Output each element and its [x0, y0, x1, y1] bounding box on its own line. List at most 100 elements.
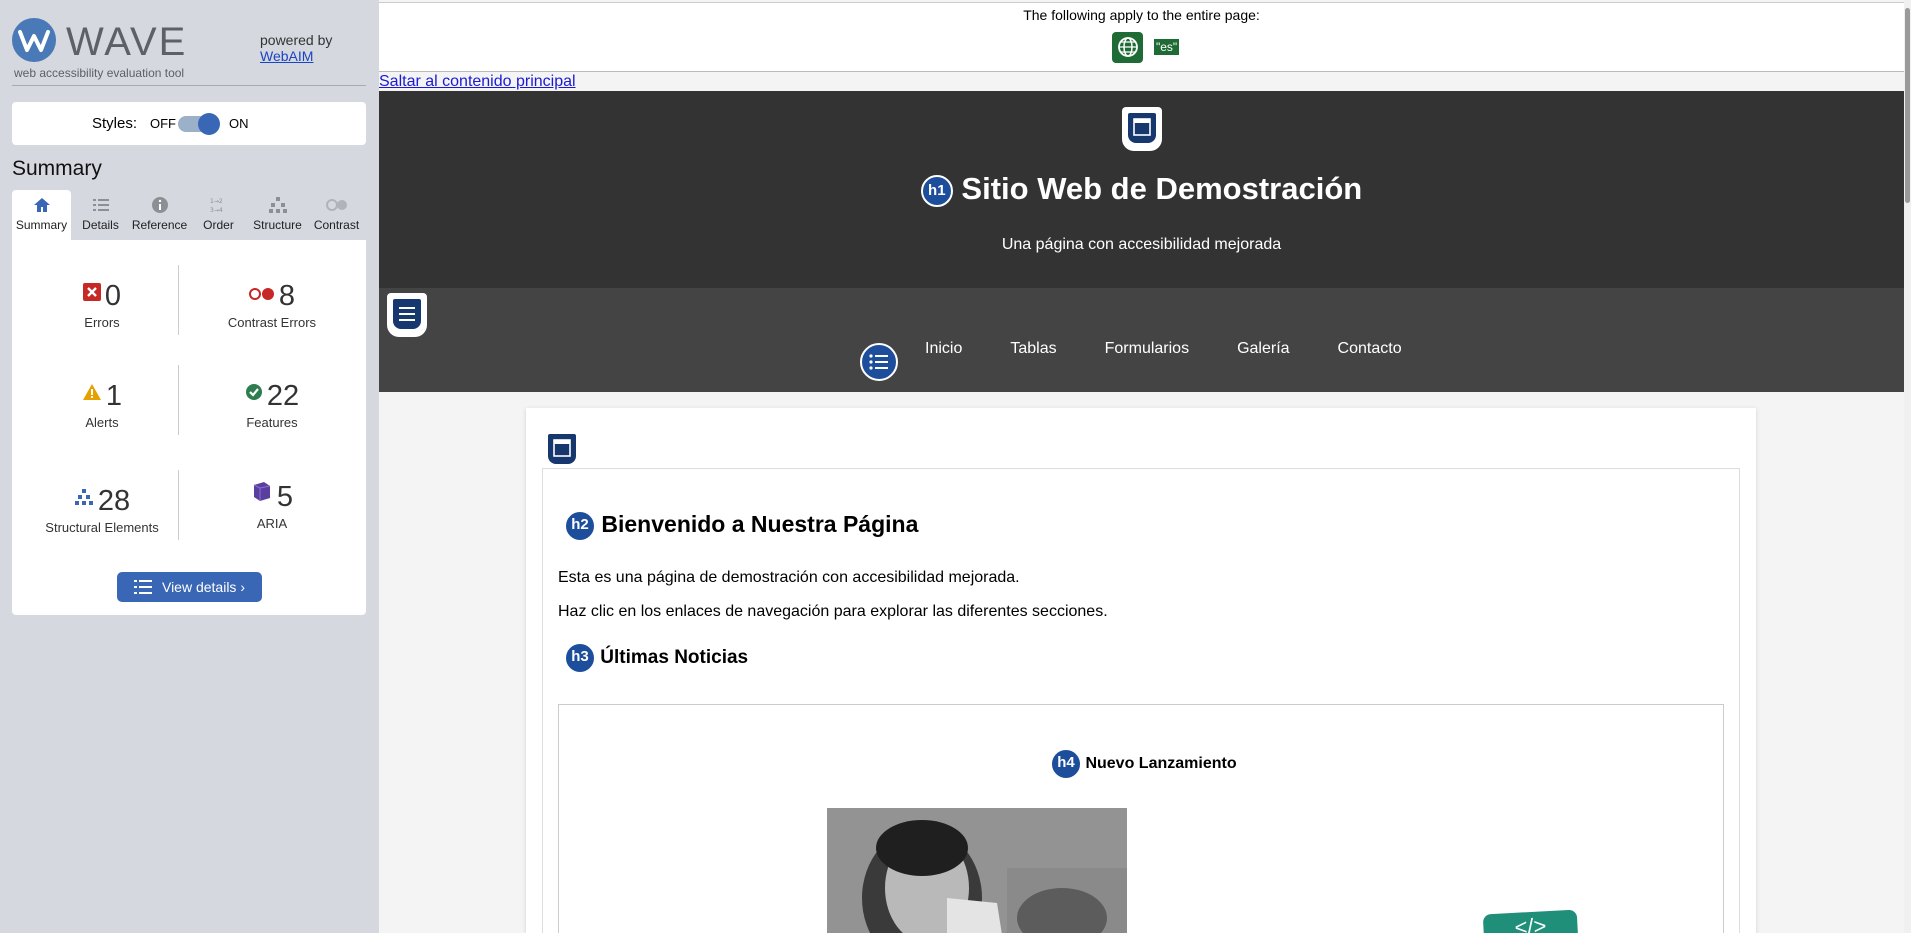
tab-label: Details — [82, 218, 119, 232]
h4-badge-icon[interactable]: h4 — [1051, 749, 1081, 779]
site-title-text: Sitio Web de Demostración — [961, 171, 1363, 206]
h2-text: Bienvenido a Nuestra Página — [601, 511, 919, 538]
site-title: h1 Sitio Web de Demostración — [379, 171, 1904, 207]
stat-errors[interactable]: 0 Errors — [22, 280, 182, 330]
stat-structural-elements[interactable]: 28 Structural Elements — [22, 485, 182, 535]
tab-structure[interactable]: Structure — [248, 190, 307, 240]
styles-on-label: ON — [229, 116, 249, 131]
styles-label: Styles: — [92, 115, 138, 132]
contrast-icon — [307, 196, 366, 218]
site-header: h1 Sitio Web de Demostración Una página … — [379, 91, 1904, 288]
powered-by-text: powered by — [260, 32, 333, 48]
tab-reference[interactable]: Reference — [130, 190, 189, 240]
structure-icon — [74, 488, 94, 511]
scrollbar-thumb[interactable] — [1905, 8, 1910, 203]
nav-menu: Inicio Tablas Formularios Galería Contac… — [925, 340, 1450, 358]
site-navigation: Inicio Tablas Formularios Galería Contac… — [379, 288, 1904, 392]
nav-item-tablas[interactable]: Tablas — [1010, 340, 1056, 358]
vertical-scrollbar[interactable] — [1904, 0, 1911, 933]
stat-alerts[interactable]: 1 Alerts — [22, 380, 182, 430]
styles-toggle-panel: Styles: OFF ON — [12, 102, 366, 145]
tab-details[interactable]: Details — [71, 190, 130, 240]
stat-aria[interactable]: 5 ARIA — [192, 480, 352, 531]
stat-contrast-errors[interactable]: 8 Contrast Errors — [192, 280, 352, 330]
instruction-paragraph: Haz clic en los enlaces de navegación pa… — [558, 603, 1108, 620]
nav-item-contacto[interactable]: Contacto — [1338, 340, 1402, 358]
powered-by: powered by WebAIM — [260, 32, 332, 64]
summary-heading: Summary — [12, 157, 102, 180]
tab-order[interactable]: 1→2 3→4 Order — [189, 190, 248, 240]
feature-icon — [245, 383, 263, 406]
styles-off-label: OFF — [150, 116, 176, 131]
contrast-errors-count: 8 — [278, 280, 296, 312]
heading-h4: h4 Nuevo Lanzamiento — [1051, 749, 1237, 779]
error-icon — [82, 283, 101, 306]
global-notice-text: The following apply to the entire page: — [1023, 7, 1260, 23]
main-content: h2 Bienvenido a Nuestra Página Esta es u… — [542, 468, 1740, 933]
tab-label: Structure — [253, 218, 302, 232]
tab-label: Order — [203, 218, 234, 232]
structural-count: 28 — [97, 485, 131, 517]
wave-branding: WAVE web accessibility evaluation tool p… — [12, 18, 366, 86]
wave-title: WAVE — [66, 20, 188, 64]
aria-count: 5 — [276, 481, 294, 513]
h3-text: Últimas Noticias — [600, 647, 749, 669]
wave-logo-icon — [12, 18, 56, 62]
page-wide-notice: The following apply to the entire page: … — [379, 2, 1904, 72]
main-region-icon[interactable] — [542, 428, 582, 472]
aria-label: ARIA — [256, 516, 288, 531]
alerts-count: 1 — [105, 380, 123, 412]
webaim-link[interactable]: WebAIM — [260, 48, 313, 64]
skip-to-content-link[interactable]: Saltar al contenido principal — [379, 73, 576, 91]
h3-badge-icon[interactable]: h3 — [565, 643, 595, 673]
heading-h2: h2 Bienvenido a Nuestra Página — [565, 511, 918, 541]
main-content-card: h2 Bienvenido a Nuestra Página Esta es u… — [526, 408, 1756, 933]
stat-features[interactable]: 22 Features — [192, 380, 352, 430]
styles-toggle[interactable] — [178, 113, 220, 135]
summary-panel: 0 Errors 8 Contrast Errors 1 Alerts 22 F… — [12, 240, 366, 615]
wave-tabs: Summary Details Reference 1→2 3→4 Order S… — [12, 190, 366, 240]
tab-label: Summary — [15, 218, 68, 232]
nav-item-inicio[interactable]: Inicio — [925, 340, 962, 358]
svg-text:3→4: 3→4 — [210, 207, 223, 214]
code-icon[interactable]: </> — [1482, 909, 1580, 933]
header-region-icon[interactable] — [1122, 107, 1162, 151]
tab-contrast[interactable]: Contrast — [307, 190, 366, 240]
divider — [178, 365, 179, 435]
structural-label: Structural Elements — [45, 520, 159, 535]
news-article: h4 Nuevo Lanzamiento — [558, 704, 1724, 933]
info-icon — [130, 196, 189, 218]
list-structure-icon[interactable] — [860, 343, 898, 381]
home-icon — [12, 196, 71, 218]
order-icon: 1→2 3→4 — [189, 196, 248, 218]
list-icon — [71, 196, 130, 218]
features-label: Features — [246, 415, 298, 430]
view-details-button[interactable]: View details › — [117, 572, 262, 602]
h2-badge-icon[interactable]: h2 — [565, 511, 595, 541]
h1-badge-icon[interactable]: h1 — [920, 174, 953, 207]
svg-text:1→2: 1→2 — [210, 198, 223, 205]
alerts-label: Alerts — [85, 415, 119, 430]
tab-label: Contrast — [313, 218, 360, 232]
toggle-knob — [198, 113, 220, 135]
alert-icon — [82, 383, 102, 406]
list-icon — [133, 579, 162, 595]
h4-text: Nuevo Lanzamiento — [1085, 755, 1237, 773]
contrast-errors-label: Contrast Errors — [227, 315, 317, 330]
divider — [178, 470, 179, 540]
view-details-label: View details › — [161, 579, 245, 595]
divider — [178, 265, 179, 335]
heading-h3: h3 Últimas Noticias — [565, 643, 748, 673]
navigation-region-icon[interactable] — [387, 293, 427, 337]
news-photo — [827, 808, 1127, 933]
errors-count: 0 — [104, 280, 122, 312]
nav-item-galeria[interactable]: Galería — [1237, 340, 1289, 358]
tab-summary[interactable]: Summary — [12, 190, 71, 240]
nav-item-formularios[interactable]: Formularios — [1105, 340, 1189, 358]
aria-icon — [251, 480, 273, 507]
intro-paragraph: Esta es una página de demostración con a… — [558, 569, 1020, 586]
globe-icon[interactable] — [1112, 32, 1143, 63]
structure-icon — [248, 196, 307, 218]
site-subtitle: Una página con accesibilidad mejorada — [1001, 236, 1282, 253]
wave-tagline: web accessibility evaluation tool — [14, 66, 185, 80]
